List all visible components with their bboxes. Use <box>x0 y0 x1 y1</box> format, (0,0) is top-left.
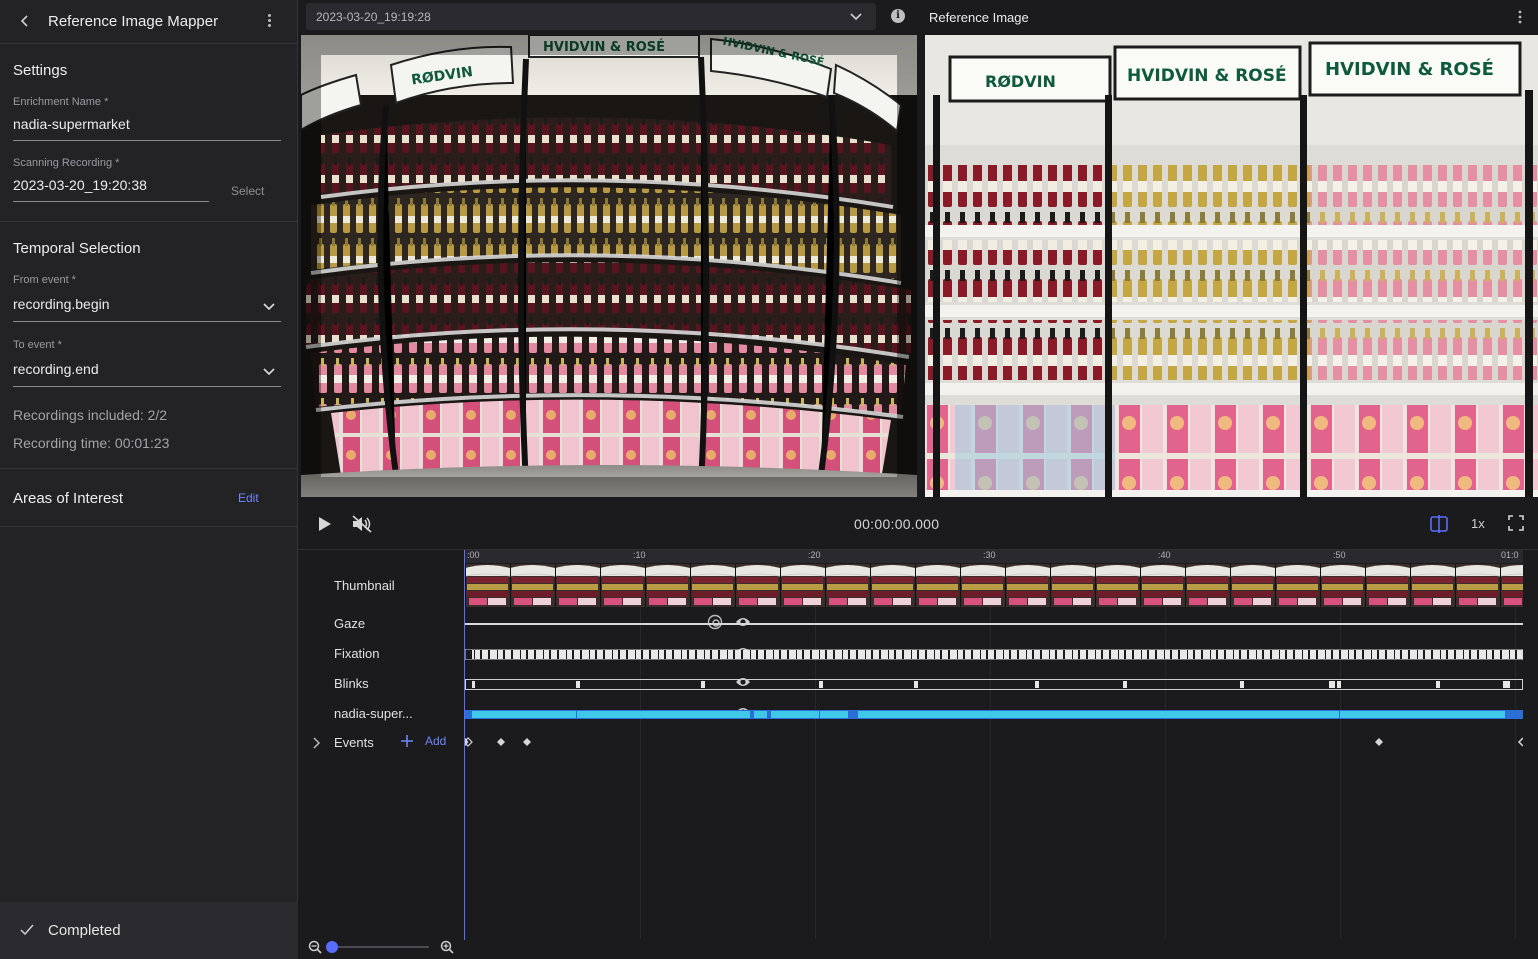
svg-text:HVIDVIN & ROSÉ: HVIDVIN & ROSÉ <box>1325 58 1494 80</box>
gaze-row-label: Gaze <box>334 616 366 631</box>
zoom-in-icon[interactable] <box>440 940 454 959</box>
reference-image-title: Reference Image <box>929 10 1029 25</box>
gridline <box>990 563 991 939</box>
to-event-value: recording.end <box>13 361 99 377</box>
player-controls: 00:00:00.000 1x <box>298 497 1538 550</box>
playhead[interactable] <box>464 550 465 940</box>
gridline <box>815 563 816 939</box>
chevron-left-icon[interactable] <box>20 14 34 30</box>
svg-text:HVIDVIN & ROSÉ: HVIDVIN & ROSÉ <box>1127 64 1287 86</box>
tick-label: 01:0 <box>1501 550 1519 560</box>
panel-title: Reference Image Mapper <box>48 13 219 30</box>
reference-image: RØDVIN HVIDVIN & ROSÉ HVIDVIN & ROSÉ <box>925 35 1538 497</box>
to-event-label: To event * <box>13 339 62 351</box>
scene-video-image: RØDVIN HVIDVIN & ROSÉ HVIDVIN & ROSÉ <box>301 35 917 497</box>
tick-label: :20 <box>808 550 821 560</box>
check-icon <box>20 923 36 939</box>
events-track[interactable] <box>460 735 1524 748</box>
recording-time: Recording time: 00:01:23 <box>13 435 170 451</box>
settings-title: Settings <box>13 62 68 79</box>
thumbnail-row-label: Thumbnail <box>334 578 395 593</box>
zoom-control <box>298 938 465 959</box>
fixation-track[interactable] <box>464 647 1524 661</box>
chevron-down-icon <box>850 8 862 29</box>
tick-label: :40 <box>1158 550 1171 560</box>
status-bar: Completed <box>0 902 298 959</box>
volume-off-icon[interactable] <box>351 515 373 538</box>
select-button[interactable]: Select <box>231 184 264 198</box>
svg-text:RØDVIN: RØDVIN <box>985 72 1056 91</box>
temporal-title: Temporal Selection <box>13 240 141 257</box>
gridline <box>1165 563 1166 939</box>
sidebar: Reference Image Mapper Settings Enrichme… <box>0 0 298 959</box>
plus-icon[interactable] <box>401 734 413 752</box>
recording-select-value: 2023-03-20_19:19:28 <box>316 10 431 24</box>
enrichment-name-label: Enrichment Name * <box>13 96 109 108</box>
info-icon[interactable]: i <box>891 9 905 23</box>
chevron-down-icon <box>263 363 275 381</box>
aoi-title: Areas of Interest <box>13 490 124 507</box>
chevron-right-icon[interactable] <box>312 736 321 754</box>
gridline <box>1340 563 1341 939</box>
timeline: :00 :10 :20 :30 :40 :50 01:0 Thumbnail G… <box>298 550 1538 959</box>
reference-image-frame[interactable]: RØDVIN HVIDVIN & ROSÉ HVIDVIN & ROSÉ <box>925 35 1538 497</box>
add-event-button[interactable]: Add <box>425 734 446 748</box>
zoom-out-icon[interactable] <box>308 940 322 959</box>
tick-label: :50 <box>1333 550 1346 560</box>
gridline <box>1515 563 1516 939</box>
fullscreen-icon[interactable] <box>1508 515 1524 536</box>
timecode: 00:00:00.000 <box>854 516 940 532</box>
zoom-slider-thumb[interactable] <box>326 941 338 953</box>
sidebar-header: Reference Image Mapper <box>0 0 297 44</box>
enrichment-row-label: nadia-super... <box>334 706 413 721</box>
settings-section: Settings Enrichment Name * nadia-superma… <box>0 44 297 222</box>
status-text: Completed <box>48 922 121 939</box>
to-event-select[interactable]: recording.end <box>13 361 281 387</box>
scene-video-frame[interactable]: RØDVIN HVIDVIN & ROSÉ HVIDVIN & ROSÉ <box>301 35 917 497</box>
gridline <box>640 563 641 939</box>
temporal-section: Temporal Selection From event * recordin… <box>0 222 297 469</box>
play-icon[interactable] <box>318 516 332 537</box>
enrichment-name-value: nadia-supermarket <box>13 116 130 132</box>
events-row-label: Events <box>334 735 374 750</box>
kebab-menu-icon[interactable] <box>1517 10 1523 29</box>
blinks-track[interactable] <box>465 677 1523 690</box>
recording-select[interactable]: 2023-03-20_19:19:28 <box>306 3 876 30</box>
aoi-edit-link[interactable]: Edit <box>238 491 259 505</box>
tick-label: :30 <box>983 550 996 560</box>
scanning-recording-field[interactable]: 2023-03-20_19:20:38 <box>13 177 209 202</box>
blinks-row-label: Blinks <box>334 676 369 691</box>
from-event-label: From event * <box>13 274 76 286</box>
from-event-value: recording.begin <box>13 296 110 312</box>
tick-label: :00 <box>467 550 480 560</box>
gaze-track[interactable] <box>465 623 1523 625</box>
from-event-select[interactable]: recording.begin <box>13 296 281 322</box>
thumbnail-strip[interactable] <box>465 564 1523 607</box>
scanning-recording-value: 2023-03-20_19:20:38 <box>13 177 147 193</box>
enrichment-track[interactable] <box>465 707 1523 719</box>
aoi-section: Areas of Interest Edit <box>0 469 297 527</box>
recordings-included: Recordings included: 2/2 <box>13 407 168 423</box>
scanning-recording-label: Scanning Recording * <box>13 157 120 169</box>
fixation-row-label: Fixation <box>334 646 380 661</box>
enrichment-name-field[interactable]: nadia-supermarket <box>13 116 281 141</box>
playback-speed[interactable]: 1x <box>1471 516 1485 531</box>
kebab-menu-icon[interactable] <box>265 12 273 29</box>
chevron-down-icon <box>263 298 275 316</box>
zoom-slider-track[interactable] <box>332 946 429 948</box>
tick-label: :10 <box>633 550 646 560</box>
time-ruler[interactable]: :00 :10 :20 :30 :40 :50 01:0 <box>465 550 1523 563</box>
split-view-icon[interactable] <box>1430 514 1448 539</box>
